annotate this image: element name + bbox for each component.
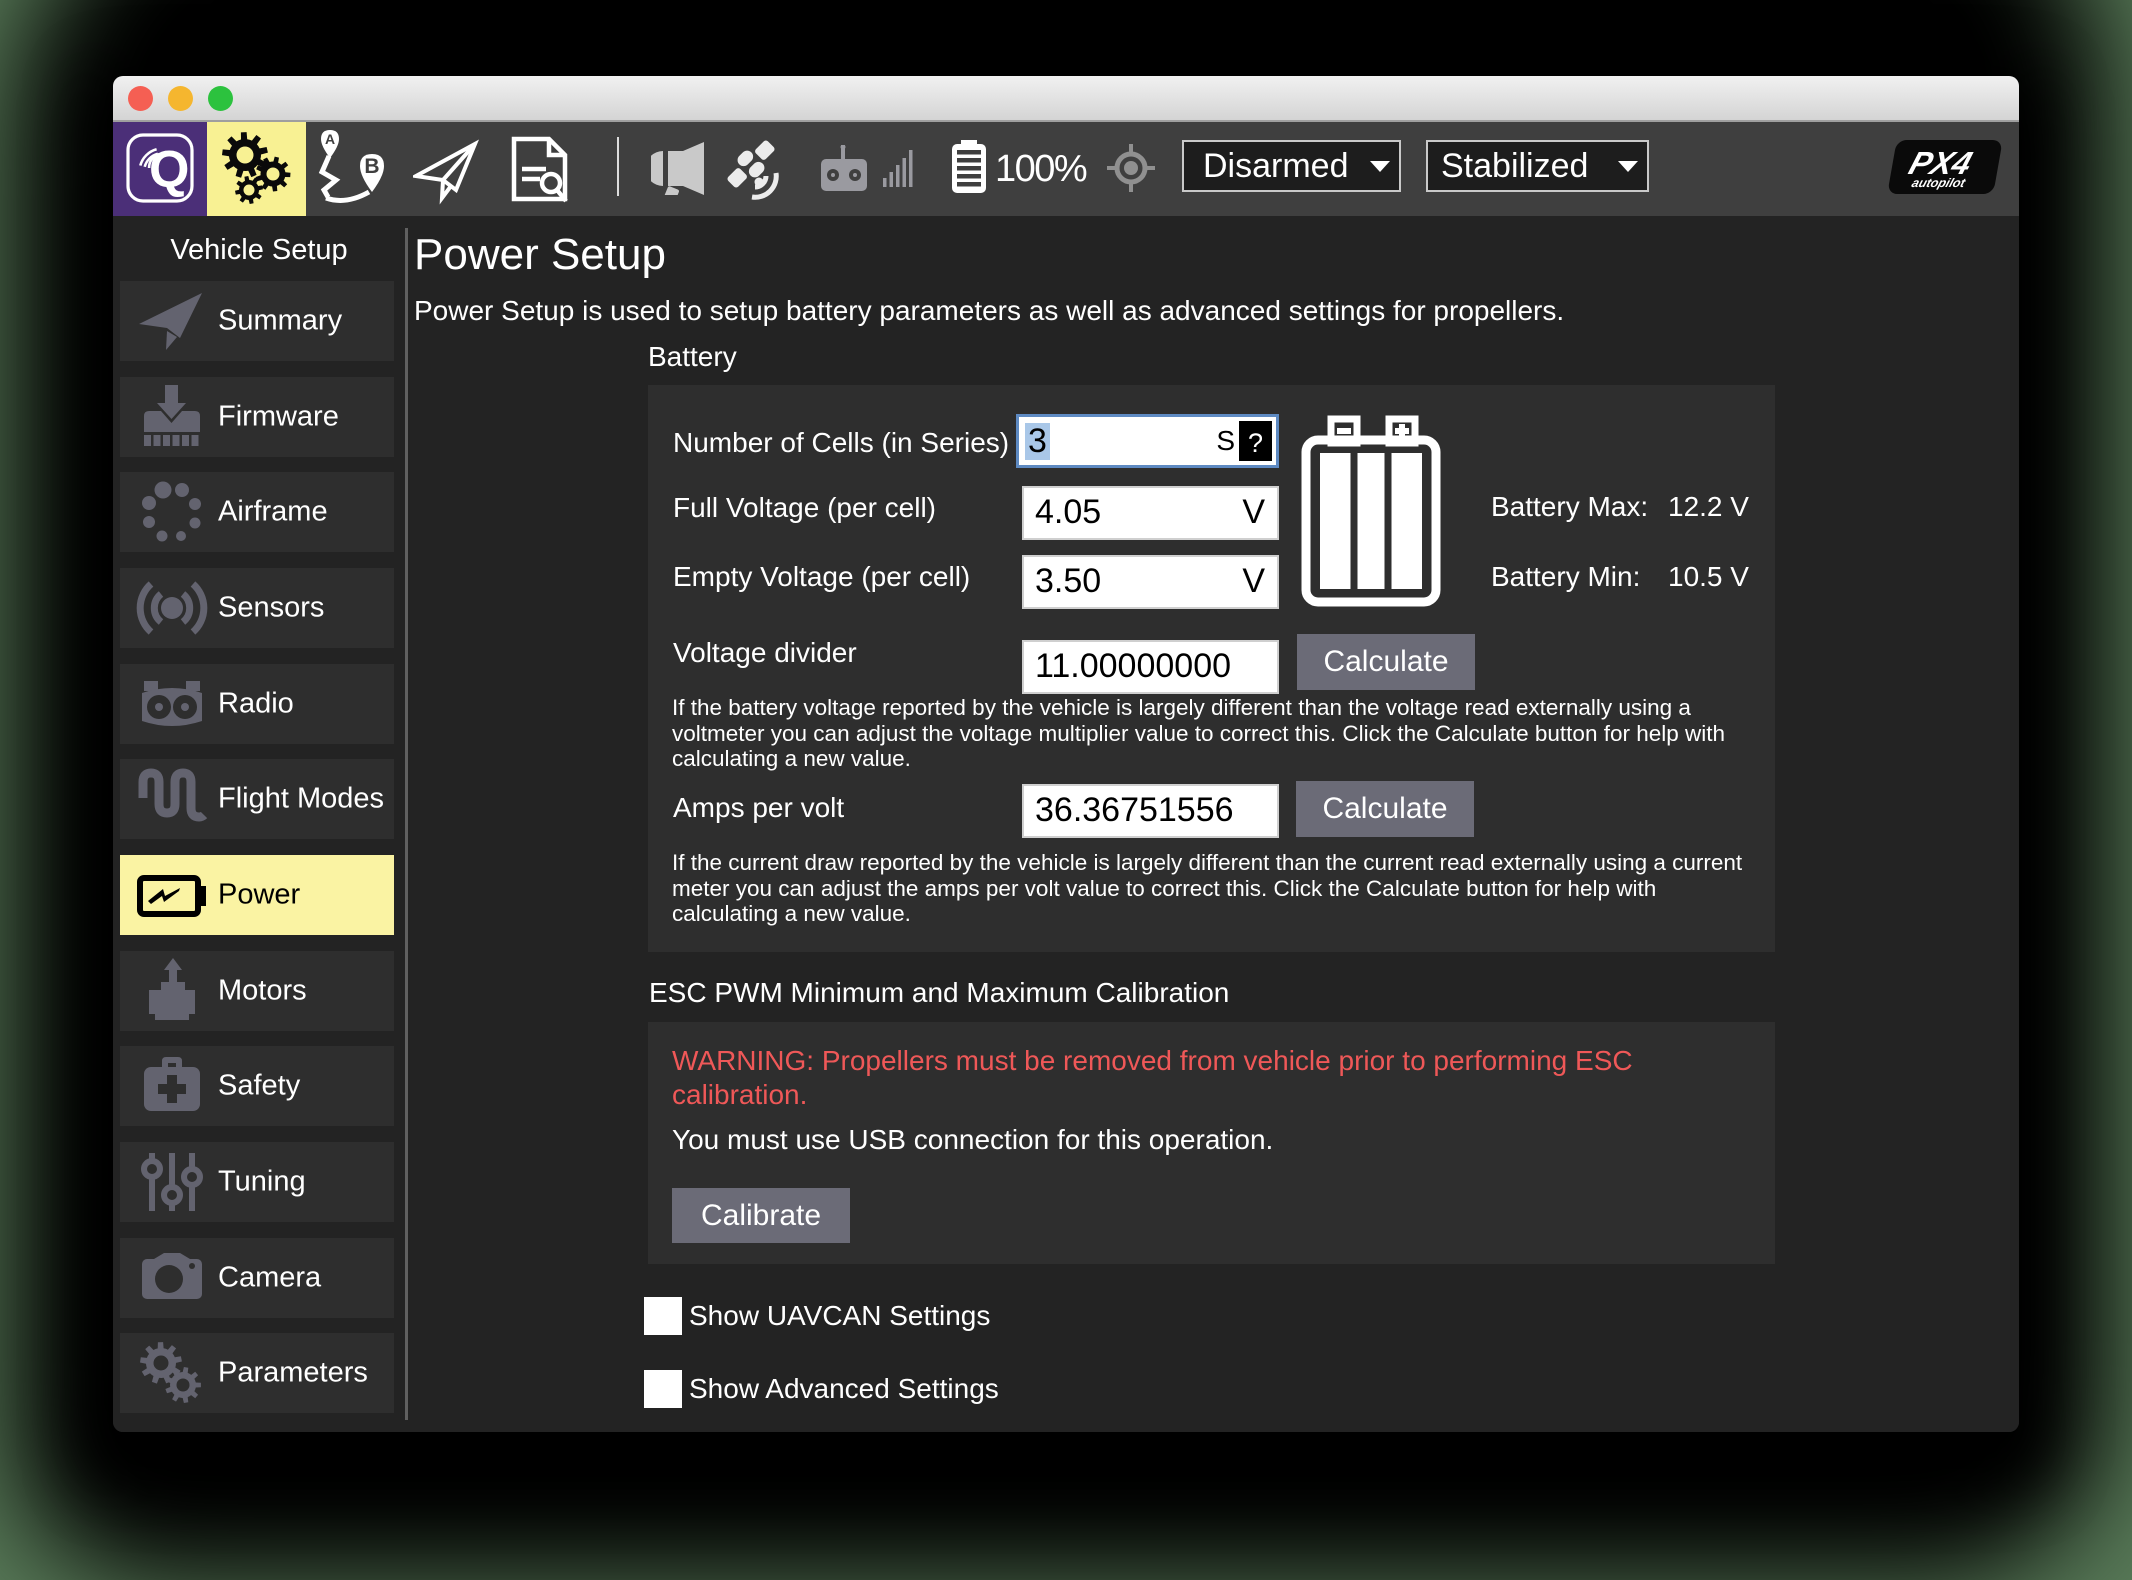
svg-text:A: A — [325, 131, 335, 147]
svg-text:autopilot: autopilot — [1910, 175, 1968, 190]
svg-text:B: B — [364, 155, 379, 178]
